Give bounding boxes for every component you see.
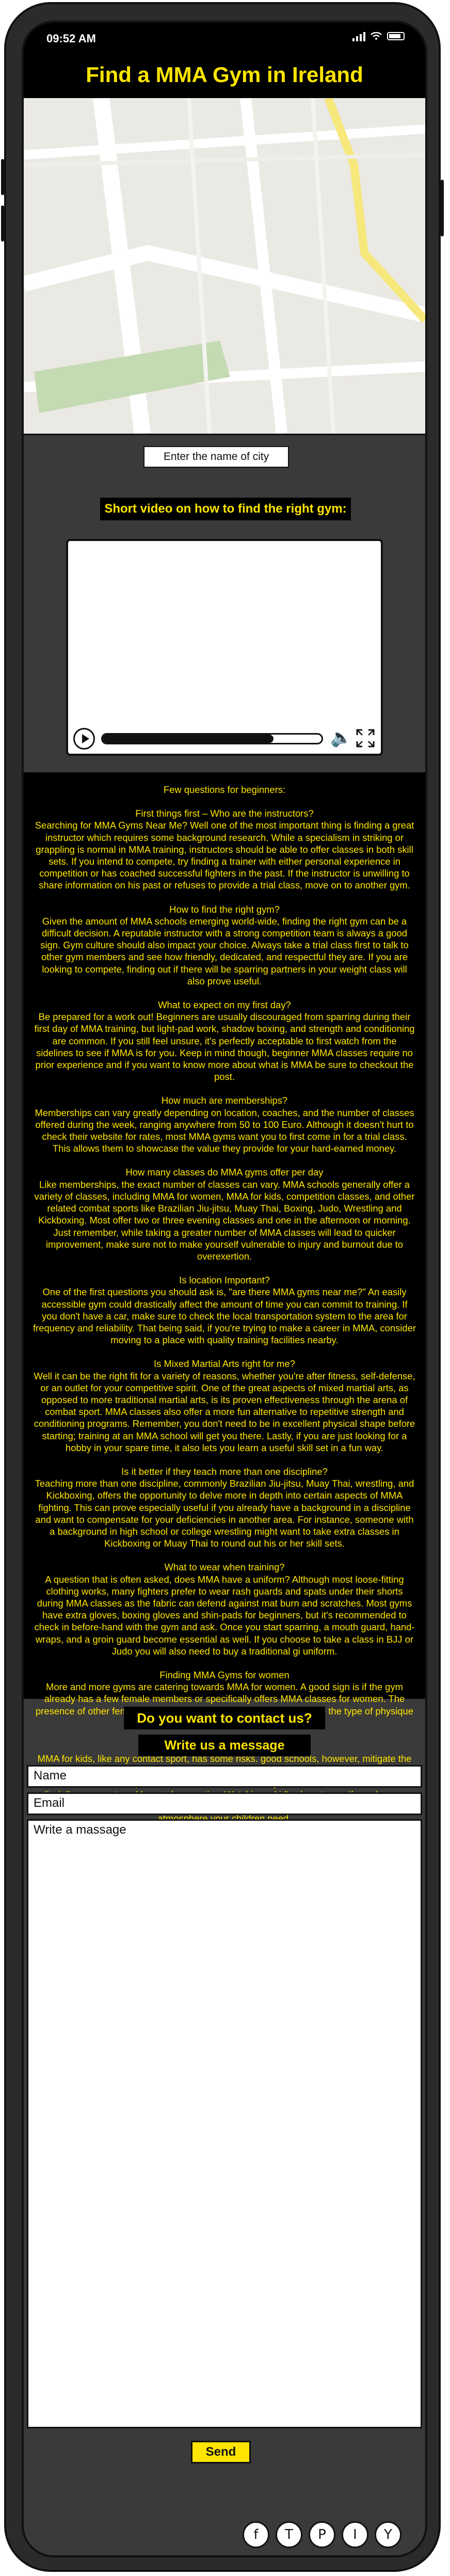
faq-question: What to expect on my first day?: [158, 999, 291, 1011]
volume-up-button: [1, 159, 4, 195]
faq-section: How much are memberships? Memberships can…: [33, 1094, 416, 1154]
twitter-icon[interactable]: T: [276, 2521, 302, 2548]
faq-question: Is location Important?: [179, 1275, 270, 1286]
pinterest-icon[interactable]: P: [309, 2521, 335, 2548]
faq-answer: Like memberships, the exact number of cl…: [34, 1179, 415, 1262]
map-graphic: [24, 98, 425, 434]
faq-section: Is it better if they teach more than one…: [33, 1466, 416, 1549]
video-progress-bar[interactable]: [101, 733, 323, 744]
write-us-heading: Write us a message: [138, 1735, 311, 1756]
status-time: 09:52 AM: [46, 32, 96, 45]
youtube-icon[interactable]: Y: [375, 2521, 401, 2548]
video-controls: 🔈: [68, 723, 381, 754]
faq-section: How many classes do MMA gyms offer per d…: [33, 1166, 416, 1262]
faq-question: Finding MMA Gyms for women: [159, 1669, 290, 1680]
instagram-icon[interactable]: I: [342, 2521, 368, 2548]
faq-question: How many classes do MMA gyms offer per d…: [125, 1167, 324, 1178]
screen: 09:52 AM Find a MMA Gym in Ireland Enter…: [22, 21, 427, 2557]
video-label: Short video on how to find the right gym…: [100, 498, 351, 520]
phone-frame: 09:52 AM Find a MMA Gym in Ireland Enter…: [1, 2, 444, 2572]
social-links: fTPIY: [243, 2521, 401, 2548]
video-player[interactable]: 🔈: [66, 539, 383, 756]
message-field[interactable]: Write a massage: [27, 1819, 422, 2428]
faq-question: Is it better if they teach more than one…: [121, 1466, 328, 1477]
volume-icon[interactable]: 🔈: [330, 729, 352, 746]
faq-section: What to wear when training? A question th…: [33, 1561, 416, 1657]
city-input[interactable]: Enter the name of city: [143, 446, 289, 468]
faq-answer: Given the amount of MMA schools emerging…: [40, 915, 409, 987]
signal-icon: [352, 31, 365, 41]
faq-answer: Be prepared for a work out! Beginners ar…: [34, 1011, 415, 1083]
faq-question: First things first – Who are the instruc…: [135, 808, 314, 819]
map[interactable]: [24, 98, 425, 435]
faq-section: Is location Important? One of the first q…: [33, 1274, 416, 1346]
faq-answer: One of the first questions you should as…: [33, 1286, 416, 1346]
status-icons: [352, 31, 405, 41]
power-button: [441, 180, 444, 236]
page-title: Find a MMA Gym in Ireland: [24, 52, 425, 98]
faq-section: What to expect on my first day? Be prepar…: [33, 999, 416, 1083]
wifi-icon: [371, 32, 382, 40]
faq-answer: Searching for MMA Gyms Near Me? Well one…: [35, 820, 414, 891]
battery-icon: [387, 32, 405, 40]
faq-answer: A question that is often asked, does MMA…: [34, 1573, 415, 1657]
faq-question: Is Mixed Martial Arts right for me?: [154, 1358, 295, 1370]
faq-section: How to find the right gym? Given the amou…: [33, 903, 416, 987]
name-field[interactable]: Name: [27, 1765, 422, 1788]
notch: [160, 23, 289, 41]
faq-section: First things first – Who are the instruc…: [33, 807, 416, 891]
play-icon[interactable]: [73, 728, 95, 750]
contact-heading: Do you want to contact us?: [124, 1707, 325, 1729]
fullscreen-icon[interactable]: [355, 728, 376, 749]
status-bar: 09:52 AM: [24, 23, 425, 52]
video-progress-fill: [103, 735, 274, 743]
send-button[interactable]: Send: [191, 2441, 251, 2463]
faq-section: Is Mixed Martial Arts right for me? Well …: [33, 1358, 416, 1454]
faq-content: Few questions for beginners: First thing…: [24, 772, 425, 1824]
faq-intro: Few questions for beginners:: [163, 784, 286, 795]
facebook-icon[interactable]: f: [243, 2521, 269, 2548]
faq-question: How much are memberships?: [161, 1095, 288, 1106]
faq-answer: Memberships can vary greatly depending o…: [35, 1107, 414, 1154]
faq-question: How to find the right gym?: [169, 903, 280, 915]
volume-down-button: [1, 205, 4, 242]
faq-sections: First things first – Who are the instruc…: [33, 807, 416, 1824]
faq-question: What to wear when training?: [164, 1562, 285, 1573]
email-field[interactable]: Email: [27, 1792, 422, 1815]
faq-answer: Teaching more than one discipline, commo…: [35, 1478, 414, 1549]
faq-answer: Well it can be the right fit for a varie…: [34, 1370, 415, 1453]
